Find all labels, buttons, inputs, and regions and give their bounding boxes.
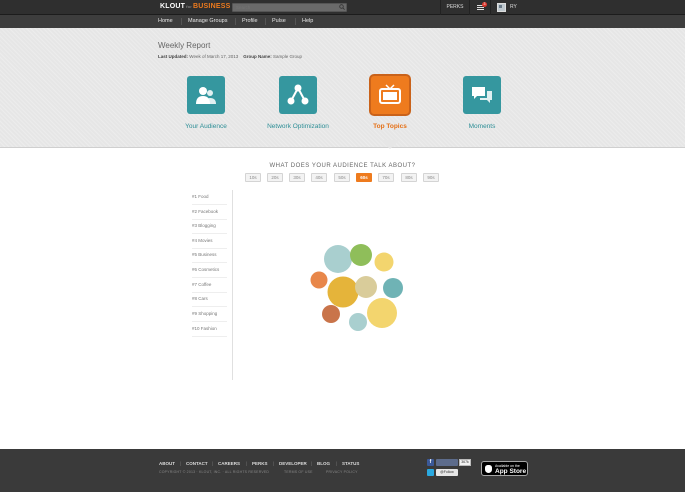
tab-top-topics[interactable] bbox=[371, 76, 409, 114]
topic-item[interactable]: #7 Coffee bbox=[192, 278, 227, 293]
topic-bubble[interactable] bbox=[322, 305, 340, 323]
top-bar: KLOUTforBUSINESS PERKS 3 RY bbox=[0, 0, 685, 15]
tab-your-audience[interactable] bbox=[187, 76, 225, 114]
topic-bubble[interactable] bbox=[367, 298, 397, 328]
footer-link-terms[interactable]: TERMS OF USE bbox=[284, 470, 313, 474]
nav-divider bbox=[265, 18, 266, 25]
active-tab-pointer bbox=[380, 140, 400, 149]
menu-button[interactable] bbox=[471, 0, 491, 15]
tab-network-optimization-label[interactable]: Network Optimization bbox=[258, 123, 338, 130]
tab-moments-label[interactable]: Moments bbox=[442, 123, 522, 130]
divider bbox=[232, 190, 233, 380]
tv-icon bbox=[379, 84, 401, 104]
topic-item[interactable]: #2 Facebook bbox=[192, 205, 227, 220]
topic-item[interactable]: #9 Shopping bbox=[192, 307, 227, 322]
facebook-like-button[interactable] bbox=[436, 459, 458, 466]
topic-bubble[interactable] bbox=[310, 271, 328, 289]
footer-link-privacy[interactable]: PRIVACY POLICY bbox=[326, 470, 358, 474]
footer-divider: | bbox=[311, 461, 313, 466]
twitter-icon[interactable] bbox=[427, 469, 434, 476]
topic-item[interactable]: #3 Blogging bbox=[192, 219, 227, 234]
topic-bubble[interactable] bbox=[349, 313, 367, 331]
report-header: Weekly Report Last Updated: Week of Marc… bbox=[0, 28, 685, 148]
nav-manage-groups[interactable]: Manage Groups bbox=[188, 18, 227, 24]
age-filter-30s[interactable]: 30s bbox=[289, 173, 305, 182]
perks-link[interactable]: PERKS bbox=[440, 0, 470, 15]
notification-badge[interactable]: 3 bbox=[482, 2, 487, 7]
topic-item[interactable]: #8 Cars bbox=[192, 292, 227, 307]
speech-bubbles-icon bbox=[472, 87, 492, 103]
age-filter-40s[interactable]: 40s bbox=[311, 173, 327, 182]
topic-item[interactable]: #1 Food bbox=[192, 190, 227, 205]
tab-top-topics-label[interactable]: Top Topics bbox=[350, 123, 430, 130]
age-filter-90s[interactable]: 90s bbox=[423, 173, 439, 182]
age-filter-70s[interactable]: 70s bbox=[378, 173, 394, 182]
age-filter-60s[interactable]: 60s bbox=[356, 173, 372, 182]
social-widgets: f 367k @Follow bbox=[427, 459, 475, 479]
klout-logo[interactable]: KLOUTforBUSINESS bbox=[160, 3, 230, 10]
topic-bubble[interactable] bbox=[324, 245, 352, 273]
twitter-follow-button[interactable]: @Follow bbox=[436, 469, 458, 476]
page-title: Weekly Report bbox=[158, 41, 211, 50]
footer: ABOUT | CONTACT | CAREERS | PERKS | DEVE… bbox=[0, 449, 685, 492]
age-filter-10s[interactable]: 10s bbox=[245, 173, 261, 182]
topic-item[interactable]: #5 Business bbox=[192, 248, 227, 263]
facebook-like-count: 367k bbox=[459, 459, 471, 466]
nav-divider bbox=[295, 18, 296, 25]
footer-link-developer[interactable]: DEVELOPER bbox=[279, 461, 307, 466]
tab-network-optimization[interactable] bbox=[279, 76, 317, 114]
report-meta: Last Updated: Week of March 17, 2013 Gro… bbox=[158, 54, 303, 59]
age-filter-20s[interactable]: 20s bbox=[267, 173, 283, 182]
footer-link-careers[interactable]: CAREERS bbox=[218, 461, 240, 466]
apple-icon bbox=[485, 465, 492, 473]
topic-bubble[interactable] bbox=[355, 276, 377, 298]
nav-help[interactable]: Help bbox=[302, 18, 313, 24]
nav-home[interactable]: Home bbox=[158, 18, 173, 24]
footer-link-about[interactable]: ABOUT bbox=[159, 461, 175, 466]
nav-divider bbox=[235, 18, 236, 25]
topic-item[interactable]: #4 Movies bbox=[192, 234, 227, 249]
tab-moments[interactable] bbox=[463, 76, 501, 114]
section-question: WHAT DOES YOUR AUDIENCE TALK ABOUT? bbox=[269, 163, 416, 169]
audience-icon bbox=[196, 87, 216, 104]
user-avatar[interactable] bbox=[497, 3, 506, 12]
topic-bubble[interactable] bbox=[383, 278, 403, 298]
footer-link-perks[interactable]: PERKS bbox=[252, 461, 268, 466]
tab-your-audience-label[interactable]: Your Audience bbox=[166, 123, 246, 130]
footer-divider: | bbox=[336, 461, 338, 466]
age-filter-50s[interactable]: 50s bbox=[334, 173, 350, 182]
footer-link-status[interactable]: STATUS bbox=[342, 461, 359, 466]
main-nav: Home Manage Groups Profile Pulse Help bbox=[0, 15, 685, 28]
topic-bubble-cluster bbox=[310, 244, 403, 331]
search-input[interactable] bbox=[232, 3, 347, 12]
topic-bubble[interactable] bbox=[374, 252, 394, 272]
footer-divider: | bbox=[180, 461, 182, 466]
nav-profile[interactable]: Profile bbox=[242, 18, 258, 24]
app-store-badge[interactable]: Available on the App Store bbox=[481, 461, 528, 476]
nav-divider bbox=[181, 18, 182, 25]
topic-bubble[interactable] bbox=[327, 276, 359, 308]
user-initials[interactable]: RY bbox=[510, 4, 517, 10]
footer-link-blog[interactable]: BLOG bbox=[317, 461, 330, 466]
footer-divider: | bbox=[273, 461, 275, 466]
footer-divider: | bbox=[212, 461, 214, 466]
topic-item[interactable]: #6 Cosmetics bbox=[192, 263, 227, 278]
age-filter-80s[interactable]: 80s bbox=[401, 173, 417, 182]
topic-item[interactable]: #10 Fashion bbox=[192, 322, 227, 337]
search-icon[interactable] bbox=[339, 4, 345, 10]
nav-pulse[interactable]: Pulse bbox=[272, 18, 286, 24]
footer-divider: | bbox=[246, 461, 248, 466]
topic-bubble[interactable] bbox=[350, 244, 372, 266]
copyright-text: COPYRIGHT © 2013 · KLOUT, INC. · ALL RIG… bbox=[159, 470, 270, 474]
footer-link-contact[interactable]: CONTACT bbox=[186, 461, 208, 466]
network-icon bbox=[287, 84, 309, 105]
facebook-icon[interactable]: f bbox=[427, 459, 434, 466]
